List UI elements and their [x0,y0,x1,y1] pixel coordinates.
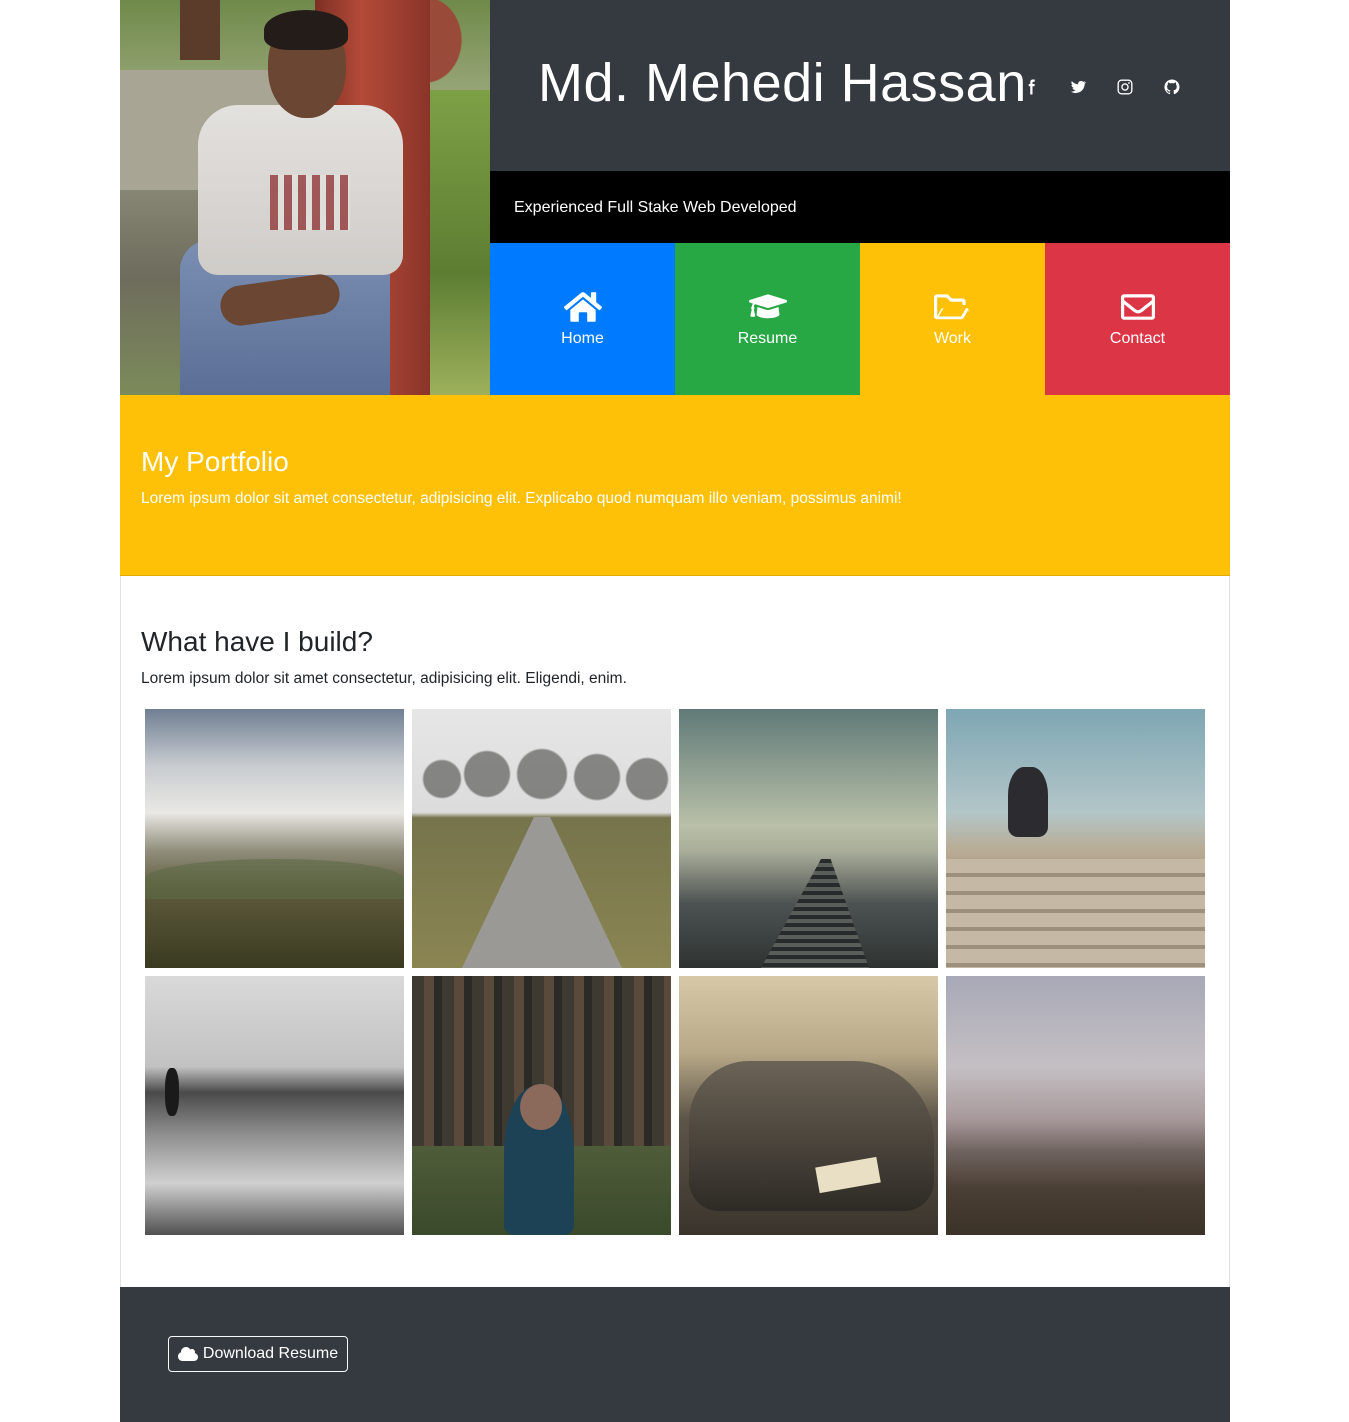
nav-contact-label: Contact [1109,330,1166,347]
site-owner-name: Md. Mehedi Hassan [538,53,1027,113]
gallery-image-car[interactable] [679,976,938,1235]
build-title: What have I build? [141,626,373,657]
social-links [1020,76,1208,98]
tagline-bar: Experienced Full Stake Web Developed [490,171,1230,243]
gallery-image-skater[interactable] [946,709,1205,968]
cloud-icon [177,1347,198,1361]
gallery-image-beach[interactable] [145,976,404,1235]
twitter-icon[interactable] [1067,76,1089,98]
gallery-image-mountains[interactable] [145,709,404,968]
build-text: Lorem ipsum dolor sit amet consectetur, … [141,670,627,687]
nav-resume-label: Resume [737,330,798,347]
home-icon [563,292,602,322]
build-section: What have I build? Lorem ipsum dolor sit… [120,576,1230,1287]
nav-work[interactable]: Work [860,243,1045,395]
title-bar: Md. Mehedi Hassan [490,0,1230,171]
tagline: Experienced Full Stake Web Developed [514,199,797,216]
nav-home-label: Home [561,330,604,347]
gallery-image-path[interactable] [412,709,671,968]
graduation-cap-icon [748,294,787,319]
folder-open-icon [933,294,969,320]
facebook-icon[interactable] [1020,76,1042,98]
download-resume-label: Download Resume [202,1345,339,1362]
profile-photo [120,0,490,395]
page-container: Md. Mehedi Hassan Experienced Full Stake… [120,0,1230,1422]
main-nav: Home Resume Work Contact [490,243,1230,395]
portfolio-title: My Portfolio [141,446,289,477]
nav-contact[interactable]: Contact [1045,243,1230,395]
download-resume-button[interactable]: Download Resume [168,1336,348,1372]
instagram-icon[interactable] [1114,76,1136,98]
nav-work-label: Work [933,330,972,347]
gallery-image-railway[interactable] [679,709,938,968]
envelope-icon [1120,294,1155,320]
portfolio-banner: My Portfolio Lorem ipsum dolor sit amet … [120,395,1230,576]
github-icon[interactable] [1161,76,1183,98]
footer: Download Resume [120,1287,1230,1422]
nav-home[interactable]: Home [490,243,675,395]
portfolio-text: Lorem ipsum dolor sit amet consectetur, … [141,490,902,507]
nav-resume[interactable]: Resume [675,243,860,395]
gallery-image-field[interactable] [946,976,1205,1235]
gallery-image-forest[interactable] [412,976,671,1235]
